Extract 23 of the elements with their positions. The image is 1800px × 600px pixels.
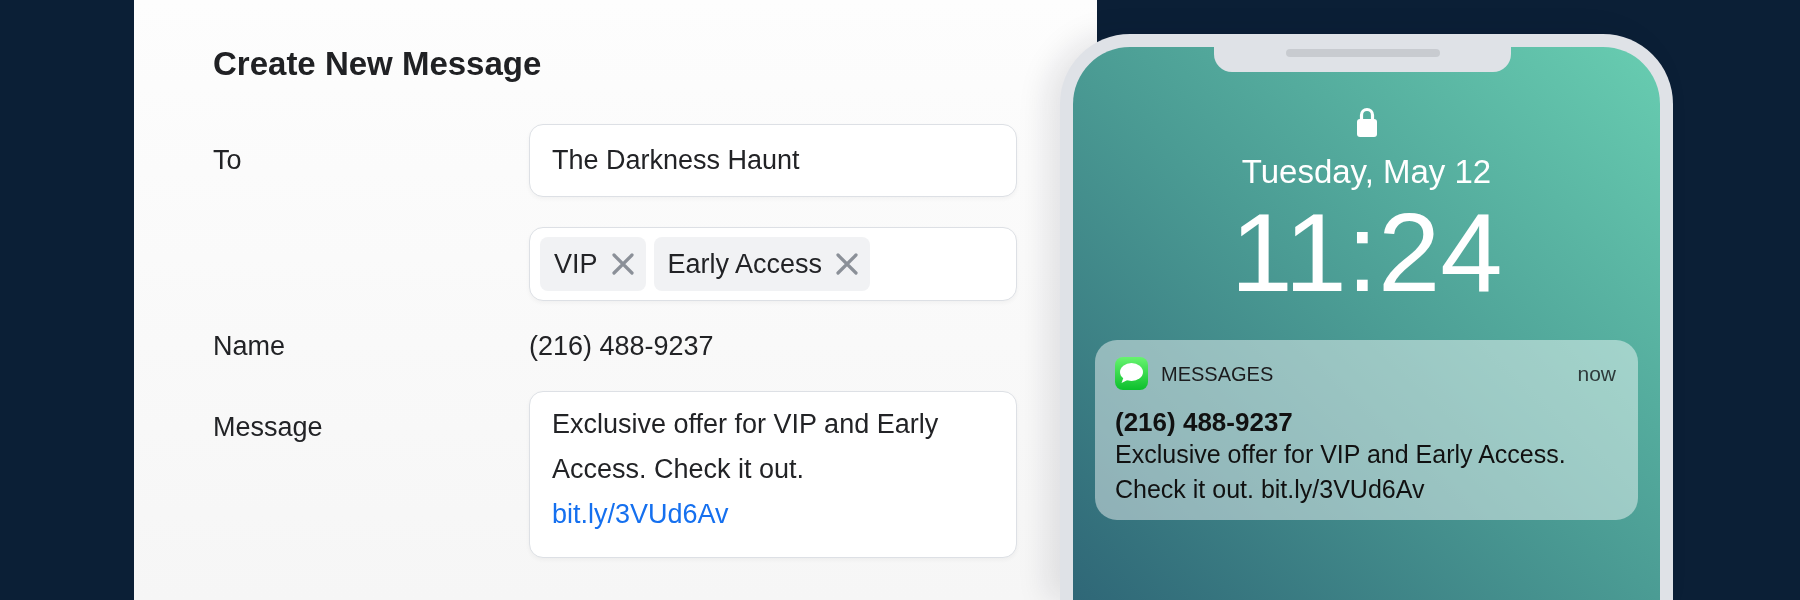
- message-link[interactable]: bit.ly/3VUd6Av: [552, 492, 729, 537]
- notification-body: Exclusive offer for VIP and Early Access. Check it out. bit.ly/3VUd6Av: [1115, 439, 1567, 505]
- message-text: Exclusive offer for VIP and Early Access. Check it out.: [552, 408, 940, 486]
- close-icon[interactable]: [836, 253, 859, 275]
- field-label: Name: [213, 330, 286, 361]
- lock-screen-time: 11:24: [1230, 197, 1503, 309]
- message-field[interactable]: Exclusive offer for VIP and Early Access. Check it out. bit.ly/3VUd6Av: [529, 391, 1017, 558]
- notification-sender: (216) 488-9237: [1115, 407, 1293, 437]
- notification-time: now: [1577, 360, 1616, 387]
- close-icon[interactable]: [611, 253, 634, 275]
- app-name: MESSAGES: [1161, 361, 1274, 387]
- tag-label: Early Access: [667, 247, 823, 281]
- tag-label: VIP: [554, 247, 598, 281]
- field-label: Message: [213, 412, 323, 442]
- field-label: To: [213, 145, 242, 176]
- lock-screen-date: Tuesday, May 12: [1241, 152, 1492, 192]
- tags-field[interactable]: VIP Early Access: [529, 227, 1017, 301]
- notification-card[interactable]: MESSAGES now (216) 488-9237 Exclusive offer for VIP and Early Access. Check it out. bit.ly/3VUd6Av: [1095, 340, 1638, 520]
- name-value: (216) 488-9237: [529, 329, 714, 363]
- form-title: Create New Message: [213, 44, 542, 84]
- chat-bubble-icon: [1115, 357, 1148, 390]
- to-field[interactable]: The Darkness Haunt: [529, 124, 1017, 197]
- lock-icon: [1356, 106, 1377, 137]
